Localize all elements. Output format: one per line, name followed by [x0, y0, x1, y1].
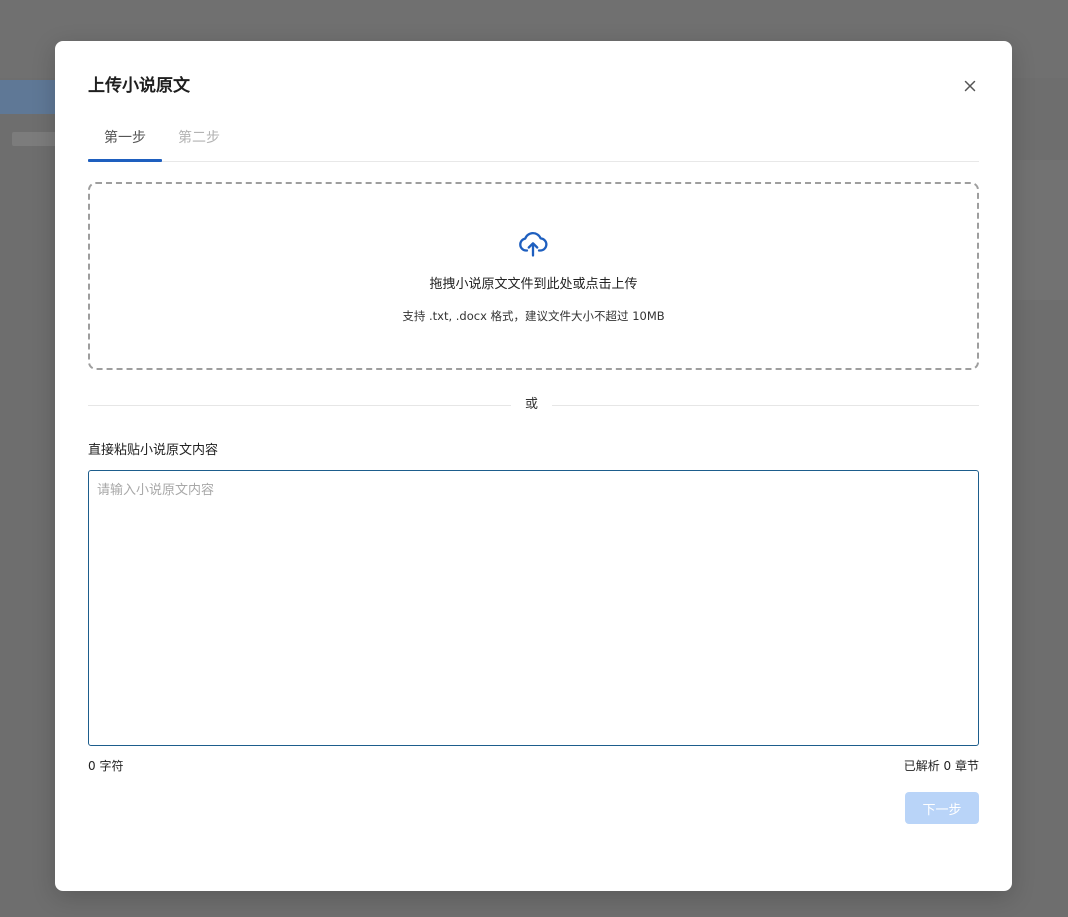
char-count: 0 字符 [88, 759, 124, 773]
or-divider: 或 [88, 393, 979, 417]
file-dropzone[interactable]: 拖拽小说原文文件到此处或点击上传 支持 .txt, .docx 格式，建议文件大… [88, 182, 979, 370]
close-icon [964, 80, 976, 92]
cloud-upload-icon [519, 232, 548, 257]
modal-title: 上传小说原文 [88, 76, 190, 96]
paste-label: 直接粘贴小说原文内容 [88, 443, 219, 458]
upload-modal: 上传小说原文 第一步 第二步 拖拽小说原文文件到此处或点击上传 支持 .txt,… [55, 41, 1012, 891]
paste-textarea[interactable] [88, 470, 979, 746]
step-tabs: 第一步 第二步 [88, 127, 979, 162]
chapter-count: 已解析 0 章节 [903, 759, 979, 773]
divider-line-left [88, 405, 511, 406]
dropzone-main-text: 拖拽小说原文文件到此处或点击上传 [429, 277, 638, 292]
dropzone-hint-text: 支持 .txt, .docx 格式，建议文件大小不超过 10MB [402, 309, 665, 323]
active-tab-indicator [88, 159, 162, 162]
next-step-button[interactable]: 下一步 [905, 792, 979, 824]
divider-line-right [552, 405, 979, 406]
close-button[interactable] [958, 74, 982, 98]
divider-text: 或 [524, 397, 538, 412]
tab-step-2[interactable]: 第二步 [162, 127, 236, 161]
tab-step-1[interactable]: 第一步 [88, 127, 162, 161]
background-tab [12, 132, 60, 146]
